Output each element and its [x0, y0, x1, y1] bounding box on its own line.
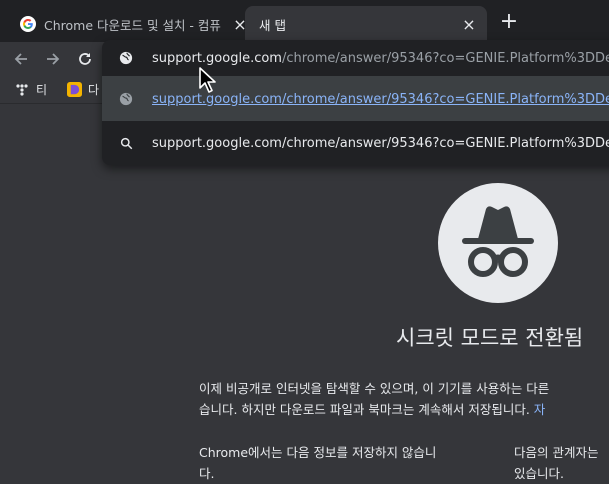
bookmark-label: 다 — [88, 83, 100, 97]
forward-button[interactable] — [40, 46, 66, 72]
tab-title: Chrome 다운로드 및 설치 - 컴퓨 — [44, 17, 221, 33]
url-path: /chrome/answer/95346?co=GENIE.Platform%3… — [281, 50, 609, 66]
tab-new-tab[interactable]: 새 탭 × — [245, 6, 487, 42]
globe-icon — [118, 91, 134, 107]
description-line: 이제 비공개로 인터넷을 탐색할 수 있으며, 이 기기를 사용하는 다른 — [199, 381, 550, 396]
back-arrow-icon — [14, 53, 27, 65]
description-line: 습니다. 하지만 다운로드 파일과 북마크는 계속해서 저장됩니다. 자 — [199, 399, 549, 420]
not-saved-column: Chrome에서는 다음 정보를 저장하지 않습니 다. — [199, 442, 436, 484]
incognito-description: 이제 비공개로 인터넷을 탐색할 수 있으며, 이 기기를 사용하는 다른 습니… — [199, 378, 549, 420]
search-icon — [118, 135, 134, 151]
column-line: 다. — [199, 466, 215, 481]
omnibox-dropdown: support.google.com/chrome/answer/95346?c… — [102, 40, 609, 165]
browser-window: Chrome 다운로드 및 설치 - 컴퓨 × 새 탭 × + 티 다 시크릿 … — [0, 0, 609, 484]
new-tab-button[interactable]: + — [498, 9, 520, 34]
url-host: support.google.com — [152, 50, 282, 66]
suggestion-text: support.google.com/chrome/answer/95346?c… — [152, 135, 609, 151]
forward-arrow-icon — [47, 53, 60, 65]
google-g-icon — [20, 16, 36, 32]
column-line: 다음의 관계자는 — [514, 445, 599, 460]
reload-button[interactable] — [72, 46, 98, 72]
omnibox-suggestion[interactable]: support.google.com/chrome/answer/95346?c… — [102, 77, 609, 121]
d-logo-icon — [66, 82, 82, 98]
incognito-icon — [438, 183, 558, 303]
bookmark-item[interactable]: 티 — [14, 81, 47, 98]
globe-icon — [118, 50, 134, 66]
page-title: 시크릿 모드로 전환됨 — [396, 326, 584, 350]
reload-icon — [79, 53, 91, 65]
visible-to-column: 다음의 관계자는 있습니다. — [514, 442, 598, 484]
column-line: 있습니다. — [514, 466, 564, 481]
bookmark-item[interactable]: 다 — [66, 81, 99, 98]
bookmark-label: 티 — [36, 83, 48, 97]
tab-chrome-download[interactable]: Chrome 다운로드 및 설치 - 컴퓨 × — [8, 6, 248, 42]
tab-title: 새 탭 — [259, 17, 286, 33]
omnibox-suggestion[interactable]: support.google.com/chrome/answer/95346?c… — [102, 124, 609, 162]
mouse-cursor-icon — [199, 67, 216, 93]
address-text: support.google.com/chrome/answer/95346?c… — [152, 51, 609, 66]
description-text: 습니다. 하지만 다운로드 파일과 북마크는 계속해서 저장됩니다. — [199, 402, 530, 417]
learn-more-link[interactable]: 자 — [534, 402, 546, 417]
tab-close-icon[interactable]: × — [459, 15, 479, 34]
address-bar-input[interactable]: support.google.com/chrome/answer/95346?c… — [102, 40, 609, 76]
column-line: Chrome에서는 다음 정보를 저장하지 않습니 — [199, 445, 437, 460]
dots-icon — [14, 82, 30, 98]
back-button[interactable] — [8, 46, 34, 72]
tab-strip: Chrome 다운로드 및 설치 - 컴퓨 × 새 탭 × + — [0, 0, 609, 42]
